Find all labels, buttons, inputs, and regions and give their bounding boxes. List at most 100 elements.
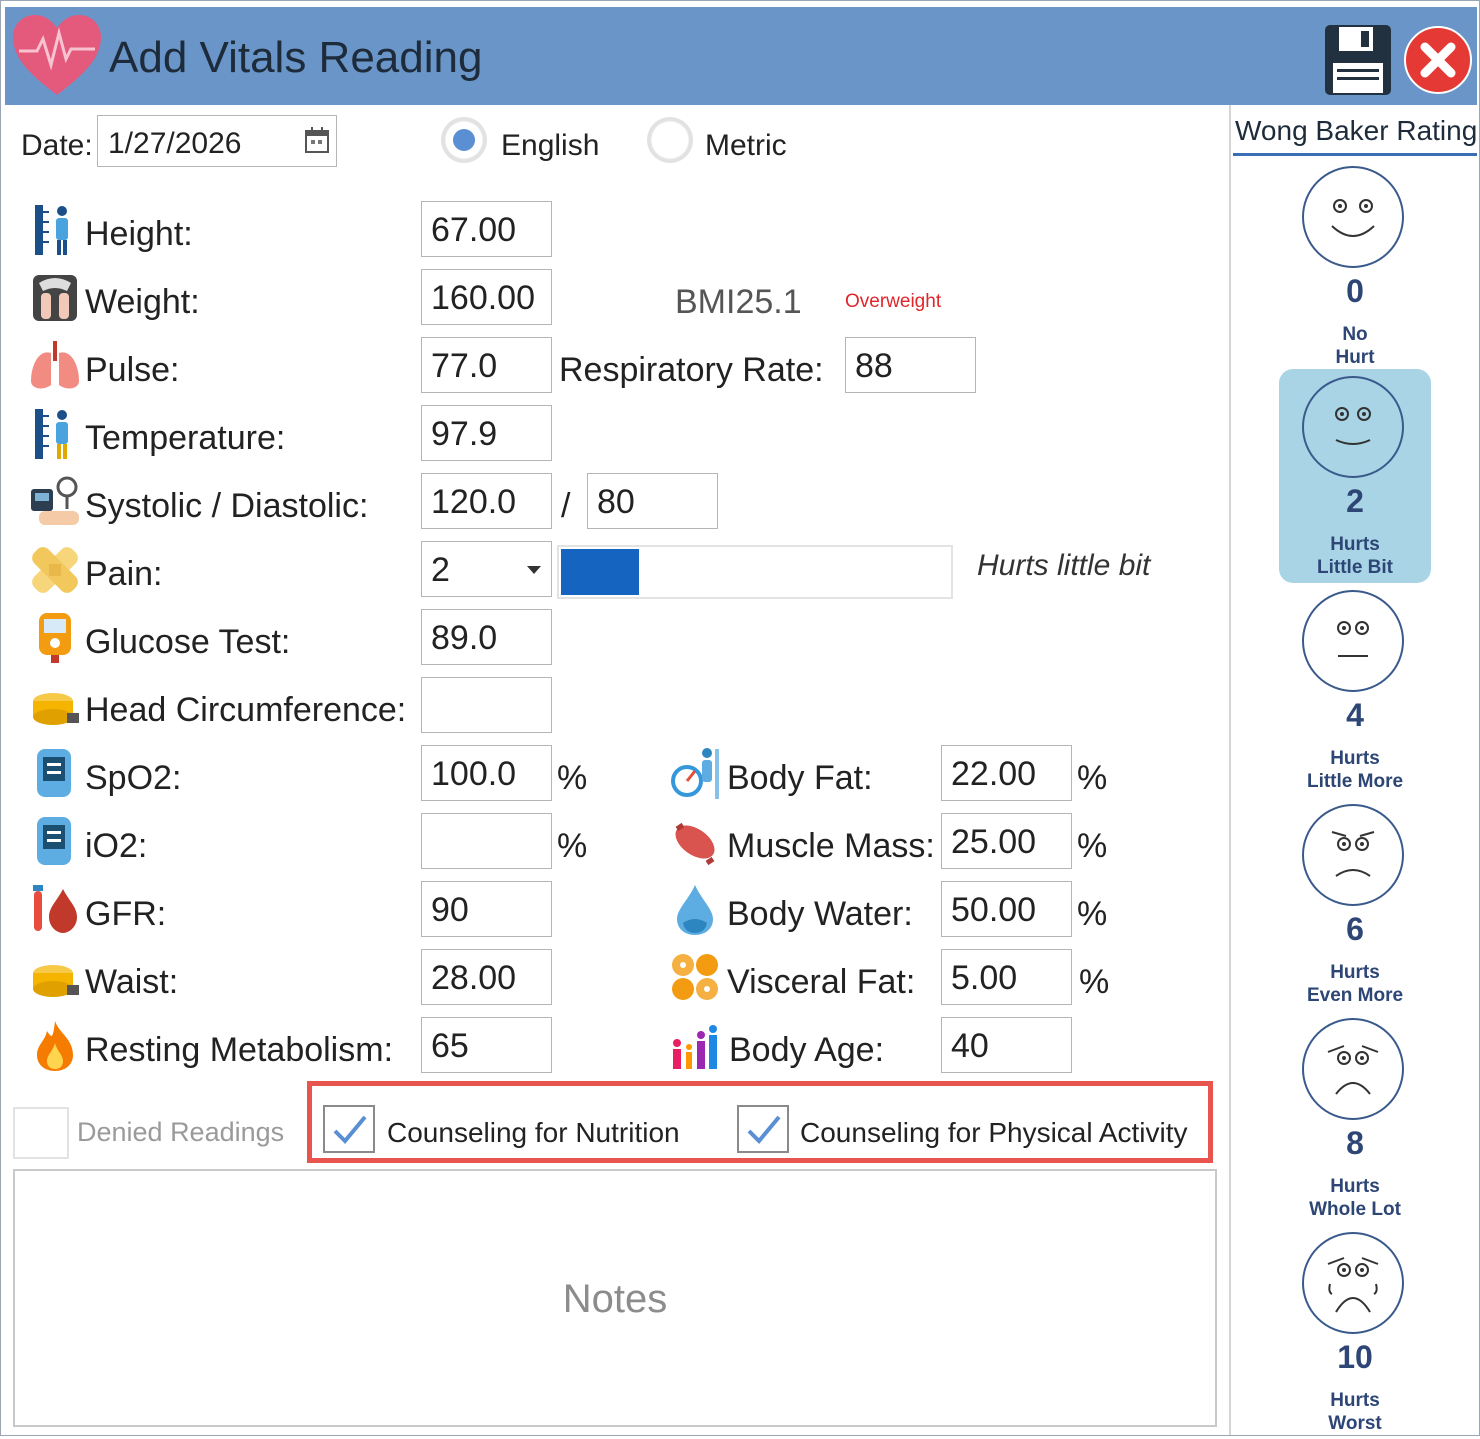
radio-selected-dot (453, 129, 475, 151)
muscle-mass-unit: % (1077, 827, 1108, 865)
body-water-unit: % (1077, 895, 1108, 933)
date-picker[interactable]: 1/27/2026 (97, 115, 337, 167)
tape-measure-icon (33, 693, 79, 725)
sad-face-icon (1302, 1018, 1404, 1120)
caption-line: Hurts (1330, 534, 1380, 555)
diastolic-input[interactable]: 80 (587, 473, 718, 529)
wong-baker-option-10[interactable]: 10 Hurts Worst (1279, 1225, 1431, 1439)
heart-icon (13, 15, 101, 95)
body-water-label: Body Water: (727, 895, 913, 933)
notes-textarea[interactable]: Notes (13, 1169, 1217, 1427)
body-fat-unit: % (1077, 759, 1108, 797)
body-age-value: 40 (951, 1027, 989, 1065)
body-fat-label: Body Fat: (727, 759, 873, 797)
save-button[interactable] (1323, 23, 1393, 97)
wong-baker-option-4[interactable]: 4 Hurts Little More (1279, 583, 1431, 797)
wong-baker-option-2[interactable]: 2 Hurts Little Bit (1279, 369, 1431, 583)
date-value: 1/27/2026 (108, 127, 242, 160)
lungs-icon (31, 341, 79, 389)
oximeter-icon (37, 749, 71, 797)
wong-baker-number: 4 (1346, 697, 1364, 733)
resting-metabolism-input[interactable]: 65 (421, 1017, 552, 1073)
pain-value: 2 (431, 551, 450, 589)
spo2-input[interactable]: 100.0 (421, 745, 552, 801)
visceral-fat-input[interactable]: 5.00 (941, 949, 1072, 1005)
io2-label: iO2: (85, 827, 148, 865)
body-fat-icon (671, 748, 719, 799)
body-water-input[interactable]: 50.00 (941, 881, 1072, 937)
pain-dropdown[interactable]: 2 (421, 541, 552, 597)
respiratory-rate-value: 88 (855, 347, 893, 385)
chevron-down-icon[interactable] (527, 566, 541, 574)
body-water-value: 50.00 (951, 891, 1037, 929)
body-fat-value: 22.00 (951, 755, 1037, 793)
neutral-face-icon (1302, 590, 1404, 692)
pain-meter-fill (561, 549, 639, 595)
wong-baker-number: 10 (1337, 1339, 1373, 1375)
caption-line: Even More (1306, 985, 1404, 1006)
bmi-readout: BMI25.1 (675, 283, 802, 322)
spo2-value: 100.0 (431, 755, 517, 793)
weight-value: 160.00 (431, 279, 535, 317)
respiratory-rate-label: Respiratory Rate: (559, 351, 824, 389)
wong-baker-option-6[interactable]: 6 Hurts Even More (1279, 797, 1431, 1011)
english-radio[interactable] (441, 117, 487, 163)
visceral-fat-unit: % (1079, 963, 1110, 1001)
glucose-input[interactable]: 89.0 (421, 609, 552, 665)
spo2-label: SpO2: (85, 759, 182, 797)
waist-input[interactable]: 28.00 (421, 949, 552, 1005)
blood-pressure-label: Systolic / Diastolic: (85, 487, 369, 525)
head-circumference-input[interactable] (421, 677, 552, 733)
height-label: Height: (85, 215, 193, 253)
family-icon (673, 1025, 717, 1069)
pulse-label: Pulse: (85, 351, 180, 389)
height-value: 67.00 (431, 211, 517, 249)
calendar-icon[interactable] (304, 126, 330, 154)
waist-value: 28.00 (431, 959, 517, 997)
gfr-input[interactable]: 90 (421, 881, 552, 937)
physical-activity-checkbox[interactable] (737, 1105, 789, 1153)
crying-face-icon (1302, 1232, 1404, 1334)
bmi-label: BMI (675, 283, 736, 321)
io2-input[interactable] (421, 813, 552, 869)
resting-metabolism-value: 65 (431, 1027, 469, 1065)
temperature-input[interactable]: 97.9 (421, 405, 552, 461)
wong-baker-caption: Hurts Whole Lot (1279, 1175, 1431, 1221)
pulse-input[interactable]: 77.0 (421, 337, 552, 393)
wong-baker-number: 8 (1346, 1125, 1364, 1161)
metric-radio[interactable] (647, 117, 693, 163)
body-fat-input[interactable]: 22.00 (941, 745, 1072, 801)
nutrition-label: Counseling for Nutrition (387, 1117, 680, 1148)
tape-measure-icon (33, 965, 79, 997)
close-button[interactable] (1403, 25, 1473, 95)
wong-baker-option-8[interactable]: 8 Hurts Whole Lot (1279, 1011, 1431, 1225)
body-age-input[interactable]: 40 (941, 1017, 1072, 1073)
caption-line: Hurts (1330, 1390, 1380, 1411)
metric-label: Metric (705, 129, 787, 162)
caption-line: Little Bit (1317, 557, 1393, 578)
nutrition-checkbox[interactable] (323, 1105, 375, 1153)
denied-readings-checkbox[interactable] (13, 1107, 69, 1159)
title-bar: Add Vitals Reading (5, 7, 1477, 105)
wong-baker-number: 6 (1346, 911, 1364, 947)
visceral-fat-value: 5.00 (951, 959, 1018, 997)
wong-baker-option-0[interactable]: 0 No Hurt (1279, 159, 1431, 373)
english-label: English (501, 129, 600, 162)
weight-input[interactable]: 160.00 (421, 269, 552, 325)
scale-icon (33, 275, 77, 321)
respiratory-rate-input[interactable]: 88 (845, 337, 976, 393)
wong-baker-title: Wong Baker Rating (1235, 115, 1478, 146)
height-icon (35, 205, 68, 255)
caption-line: Hurt (1335, 347, 1375, 368)
systolic-input[interactable]: 120.0 (421, 473, 552, 529)
oximeter-icon (37, 817, 71, 865)
wong-baker-caption: Hurts Worst (1279, 1389, 1431, 1435)
muscle-mass-input[interactable]: 25.00 (941, 813, 1072, 869)
wong-baker-number: 2 (1346, 483, 1364, 519)
resting-metabolism-label: Resting Metabolism: (85, 1031, 394, 1069)
slight-smile-face-icon (1302, 376, 1404, 478)
smiling-face-icon (1302, 166, 1404, 268)
wong-baker-panel: Wong Baker Rating 0 No Hurt 2 Hurts Little… (1229, 105, 1479, 1435)
height-input[interactable]: 67.00 (421, 201, 552, 257)
physical-activity-label: Counseling for Physical Activity (800, 1117, 1188, 1148)
